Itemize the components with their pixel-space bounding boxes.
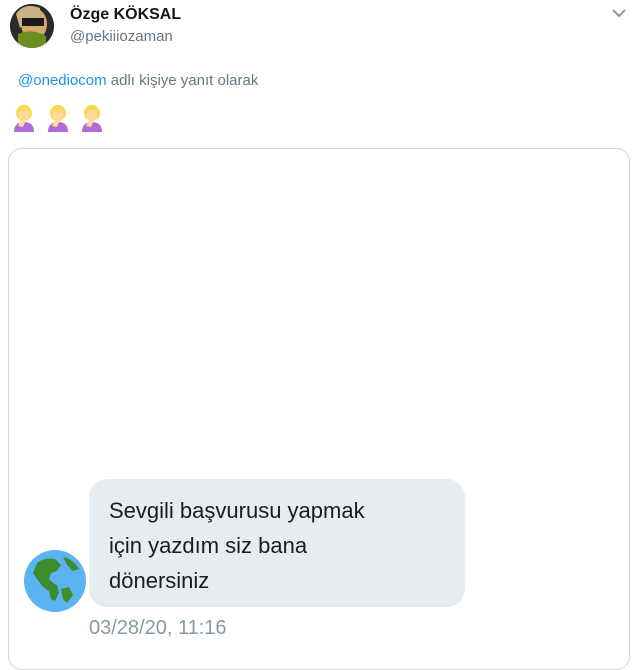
globe-americas-icon — [24, 550, 86, 612]
message-timestamp: 03/28/20, 11:16 — [89, 617, 227, 639]
woman-facepalming-icon — [82, 105, 102, 132]
reply-context: @onediocom adlı kişiye yanıt olarak — [18, 72, 258, 89]
attached-image[interactable]: Sevgili başvurusu yapmak için yazdım siz… — [8, 148, 630, 670]
reply-context-text: adlı kişiye yanıt olarak — [106, 72, 259, 89]
user-handle[interactable]: @pekiiiozaman — [70, 28, 173, 45]
message-line: için yazdım siz bana — [109, 533, 308, 558]
message-line: Sevgili başvurusu yapmak — [109, 498, 365, 523]
message-text: Sevgili başvurusu yapmak için yazdım siz… — [109, 493, 449, 598]
avatar-photo-icon — [10, 4, 54, 48]
woman-facepalming-icon — [14, 105, 34, 132]
message-bubble: Sevgili başvurusu yapmak için yazdım siz… — [89, 479, 465, 607]
display-name[interactable]: Özge KÖKSAL — [70, 6, 181, 24]
avatar[interactable] — [10, 4, 54, 48]
tweet-text-emojis — [10, 102, 106, 132]
reply-mention-link[interactable]: @onediocom — [18, 72, 107, 89]
message-line: dönersiniz — [109, 568, 210, 593]
chevron-down-icon[interactable] — [612, 8, 626, 18]
woman-facepalming-icon — [48, 105, 68, 132]
